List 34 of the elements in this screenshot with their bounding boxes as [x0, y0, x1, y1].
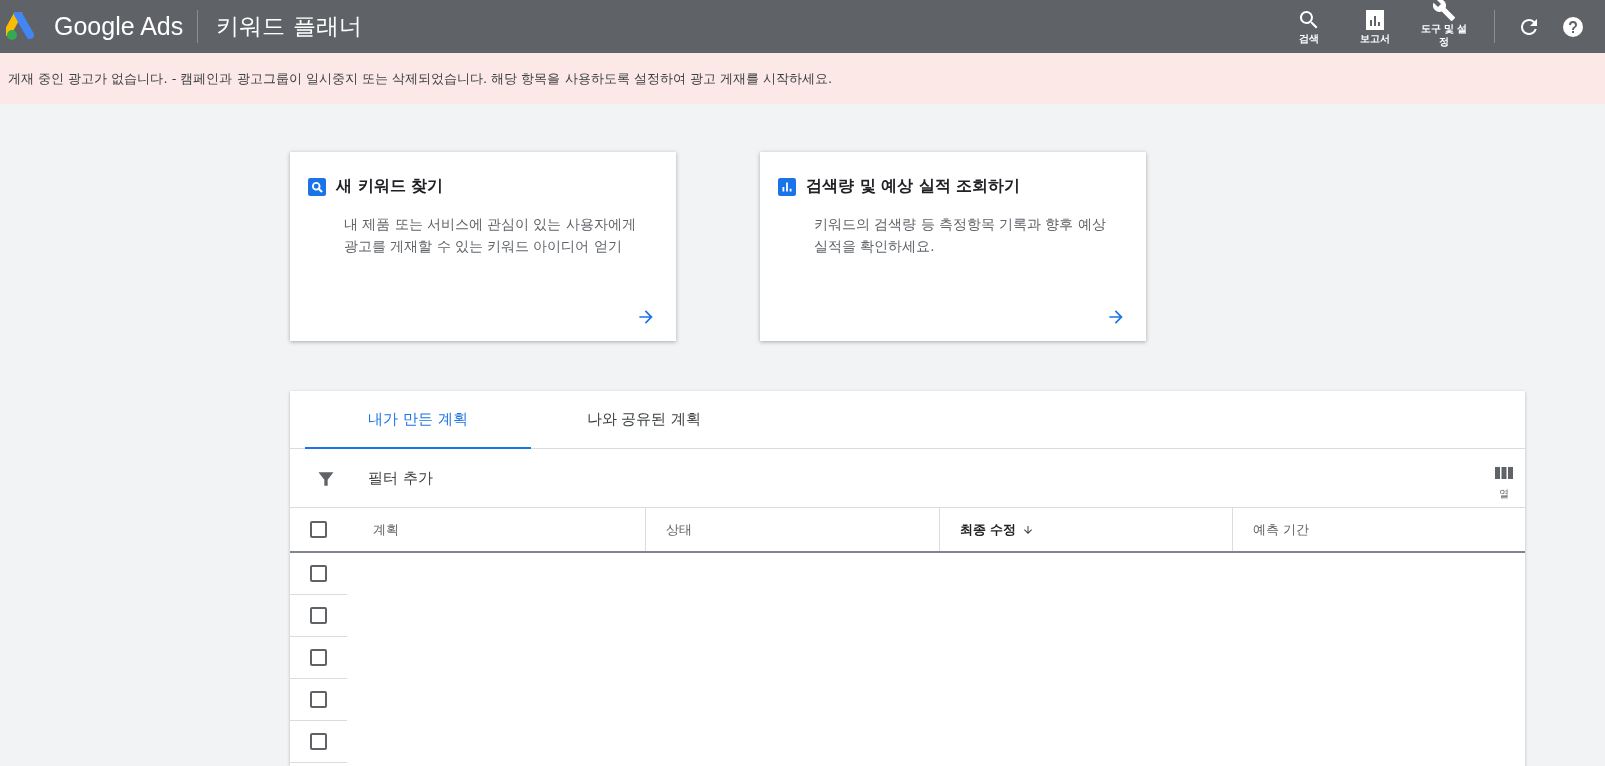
brand-name: Google Ads [54, 12, 184, 41]
reports-button[interactable]: 보고서 [1352, 8, 1398, 45]
card-description: 내 제품 또는 서비스에 관심이 있는 사용자에게 광고를 게재할 수 있는 키워드 아이디어 얻기 [344, 215, 637, 256]
search-button[interactable]: 검색 [1286, 8, 1332, 45]
alert-message: 게재 중인 광고가 없습니다. - 캠페인과 광고그룹이 일시중지 또는 삭제되었습니다. 해당 항목을 사용하도록 설정하여 광고 게재를 시작하세요. [8, 69, 833, 88]
column-header[interactable]: 최종 수정 [959, 520, 1017, 539]
option-card[interactable]: 새 키워드 찾기 내 제품 또는 서비스에 관심이 있는 사용자에게 광고를 게재할 수 있는 키워드 아이디어 얻기 [290, 152, 676, 341]
bar-chart-icon [778, 177, 796, 196]
checkbox[interactable] [310, 521, 327, 538]
column-header[interactable]: 상태 [666, 520, 693, 539]
magnifier-icon [308, 177, 326, 196]
checkbox[interactable] [310, 565, 327, 582]
option-card[interactable]: 검색량 및 예상 실적 조회하기 키워드의 검색량 등 측정항목 기록과 향후 예상 실적을 확인하세요. [760, 152, 1146, 341]
tab[interactable]: 내가 만든 계획 [305, 391, 531, 449]
bar-chart-icon [1363, 8, 1387, 32]
add-filter-button[interactable]: 필터 추가 [362, 467, 439, 489]
page-title: 키워드 플래너 [216, 12, 362, 41]
card-description: 키워드의 검색량 등 측정항목 기록과 향후 예상 실적을 확인하세요. [814, 215, 1107, 256]
help-icon[interactable] [1561, 14, 1585, 39]
column-header[interactable]: 예측 기간 [1252, 520, 1309, 539]
wrench-icon [1432, 0, 1456, 22]
card-title: 검색량 및 예상 실적 조회하기 [806, 176, 1021, 197]
checkbox[interactable] [310, 607, 327, 624]
checkbox[interactable] [310, 649, 327, 666]
sort-down-icon [1022, 523, 1035, 536]
tab[interactable]: 나와 공유된 계획 [531, 391, 757, 449]
tools-button[interactable]: 도구 및 설정 [1418, 0, 1470, 48]
columns-button[interactable]: 열 [1495, 465, 1513, 501]
filter-icon[interactable] [316, 469, 336, 489]
columns-icon [1495, 465, 1513, 481]
card-title: 새 키워드 찾기 [336, 176, 444, 197]
column-header[interactable]: 계획 [373, 520, 399, 539]
checkbox[interactable] [310, 733, 327, 750]
checkbox[interactable] [310, 691, 327, 708]
